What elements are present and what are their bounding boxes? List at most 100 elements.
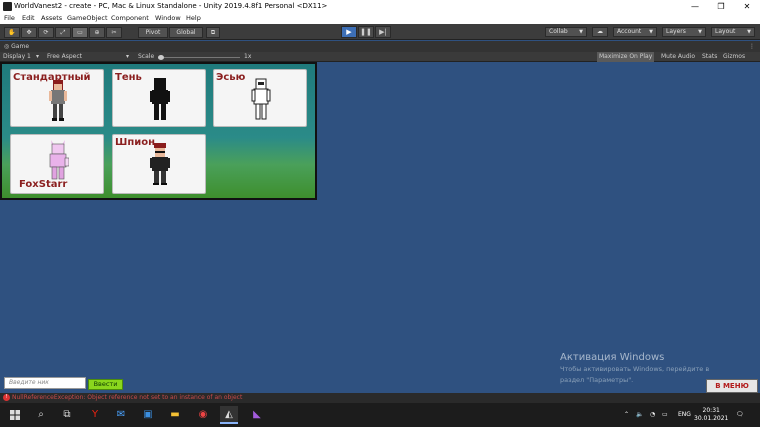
task-view-icon[interactable]: ⧉ [58,406,76,424]
game-view: Стандартный Тень Эсью FoxStarr Шпион [0,62,760,393]
title-bar: WorldVanest2 - create - PC, Mac & Linux … [0,0,760,13]
menu-edit[interactable]: Edit [22,13,35,24]
pause-button[interactable]: ❚❚ [358,26,374,38]
collab-label: Collab [549,28,568,35]
layers-dropdown[interactable]: Layers ▼ [662,27,706,37]
windows-taskbar: ⌕ ⧉ Y ✉ ▣ ▬ ◉ ◭ ◣ ⌃ 🔈 ◔ ▭ ENG 20:31 30.0… [0,403,760,427]
unity-icon[interactable]: ◭ [220,406,238,424]
network-icon[interactable]: ◔ [650,403,655,427]
unity-app-icon [3,2,12,11]
activation-title: Активация Windows [560,352,665,363]
scale-label: Scale [138,53,155,60]
skin-label: Эсью [216,72,246,83]
display-dropdown[interactable]: Display 1 [3,52,31,62]
notifications-icon[interactable]: 🗨 [736,403,744,427]
rect-tool-icon[interactable]: ▭ [72,27,88,38]
visual-studio-icon[interactable]: ◣ [248,406,266,424]
skin-card-esyu[interactable]: Эсью [213,69,307,127]
main-toolbar: ✋ ✥ ⟳ ⤢ ▭ ⊕ ✂ Pivot Global ⧉ ▶ ❚❚ ▶| Col… [0,24,760,40]
nickname-input[interactable]: Введите ник [4,377,86,389]
menu-help[interactable]: Help [186,13,201,24]
scale-value: 1x [244,53,252,60]
menu-file[interactable]: File [4,13,15,24]
enter-button[interactable]: Ввести [88,379,123,390]
chevron-down-icon: ▼ [579,29,583,35]
system-clock[interactable]: 20:31 30.01.2021 [694,407,728,423]
hand-tool-icon[interactable]: ✋ [4,27,20,38]
menu-bar: File Edit Assets GameObject Component Wi… [0,13,760,24]
mute-audio-toggle[interactable]: Mute Audio [661,52,695,62]
transform-tool-icon[interactable]: ⊕ [89,27,105,38]
play-button[interactable]: ▶ [341,26,357,38]
menu-component[interactable]: Component [111,13,149,24]
chevron-down-icon: ▾ [126,53,130,60]
snap-icon[interactable]: ⧉ [206,27,220,38]
collab-dropdown[interactable]: Collab ▼ [545,27,587,37]
clock-date: 30.01.2021 [694,415,729,422]
activation-line-1: Чтобы активировать Windows, перейдите в [560,365,710,373]
error-icon: ! [3,394,10,401]
search-icon[interactable]: ⌕ [32,406,50,424]
game-tab[interactable]: ◎ Game [4,41,29,52]
tab-menu-icon[interactable]: ⋮ [749,41,755,52]
stats-toggle[interactable]: Stats [702,52,717,62]
maximize-button[interactable]: ❐ [708,0,734,13]
spy-character-sprite [150,143,170,185]
skin-card-shadow[interactable]: Тень [112,69,206,127]
status-error-text: NullReferenceException: Object reference… [12,394,243,401]
skin-label: FoxStarr [19,179,68,190]
to-menu-button[interactable]: В МЕНЮ [706,379,758,393]
account-dropdown[interactable]: Account ▼ [613,27,657,37]
step-button[interactable]: ▶| [375,26,391,38]
activation-line-2: раздел "Параметры". [560,376,634,384]
volume-icon[interactable]: 🔈 [636,403,643,427]
scale-tool-icon[interactable]: ⤢ [55,27,71,38]
game-controls: Display 1 ▾ Free Aspect ▾ Scale 1x Maxim… [0,52,760,62]
input-language[interactable]: ENG [678,403,691,427]
mail-icon[interactable]: ✉ [112,406,130,424]
close-button[interactable]: ✕ [734,0,760,13]
skin-card-spy[interactable]: Шпион [112,134,206,194]
gizmos-dropdown[interactable]: Gizmos [723,52,745,62]
chevron-down-icon: ▼ [698,29,702,35]
pivot-toggle[interactable]: Pivot [138,27,168,38]
chrome-icon[interactable]: ◉ [194,406,212,424]
menu-window[interactable]: Window [155,13,181,24]
clock-time: 20:31 [702,407,720,414]
tray-chevron-up-icon[interactable]: ⌃ [624,403,629,427]
windows-activation-watermark: Активация Windows Чтобы активировать Win… [560,351,709,386]
skin-label: Тень [115,72,142,83]
skin-card-standard[interactable]: Стандартный [10,69,104,127]
file-explorer-icon[interactable]: ▬ [166,406,184,424]
unity-editor-window: WorldVanest2 - create - PC, Mac & Linux … [0,0,760,427]
layout-label: Layout [715,28,736,35]
account-label: Account [617,28,642,35]
move-tool-icon[interactable]: ✥ [21,27,37,38]
store-icon[interactable]: ▣ [139,406,157,424]
chevron-down-icon: ▼ [649,29,653,35]
global-toggle[interactable]: Global [169,27,203,38]
pivot-label: Pivot [145,29,161,36]
maximize-on-play-toggle[interactable]: Maximize On Play [597,52,655,62]
rotate-tool-icon[interactable]: ⟳ [38,27,54,38]
cloud-icon[interactable]: ☁ [592,27,608,37]
shadow-character-sprite [150,78,170,120]
console-status-bar[interactable]: ! NullReferenceException: Object referen… [0,393,760,403]
game-tab-label: Game [11,43,30,50]
scale-slider-track[interactable] [164,57,240,58]
minimize-button[interactable]: — [682,0,708,13]
chevron-down-icon: ▾ [36,53,40,60]
menu-gameobject[interactable]: GameObject [67,13,108,24]
layout-dropdown[interactable]: Layout ▼ [711,27,755,37]
custom-tool-icon[interactable]: ✂ [106,27,122,38]
windows-start-icon[interactable] [6,406,24,424]
skin-select-panel: Стандартный Тень Эсью FoxStarr Шпион [0,62,317,200]
menu-assets[interactable]: Assets [41,13,62,24]
chevron-down-icon: ▼ [747,29,751,35]
skin-card-foxstarr[interactable]: FoxStarr [10,134,104,194]
layers-label: Layers [666,28,686,35]
aspect-dropdown[interactable]: Free Aspect [47,52,82,62]
battery-icon[interactable]: ▭ [662,403,668,427]
yandex-browser-icon[interactable]: Y [86,406,104,424]
game-tab-bar: ◎ Game ⋮ [0,41,760,52]
